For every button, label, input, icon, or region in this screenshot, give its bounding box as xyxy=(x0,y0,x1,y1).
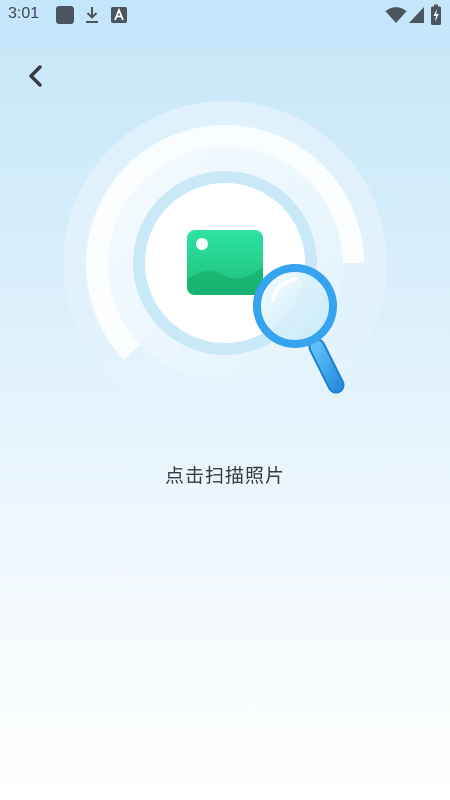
status-time: 3:01 xyxy=(8,5,40,22)
scan-illustration[interactable] xyxy=(55,95,395,425)
status-bar: 3:01 xyxy=(0,0,450,30)
keyboard-a-icon xyxy=(111,7,127,23)
back-button[interactable] xyxy=(18,58,54,94)
download-icon xyxy=(86,7,98,23)
wifi-icon xyxy=(385,7,407,23)
photo-icon xyxy=(187,230,263,295)
signal-icon xyxy=(409,7,424,23)
scan-photos-label[interactable]: 点击扫描照片 xyxy=(0,461,450,488)
app-square-icon xyxy=(56,6,74,24)
chevron-left-icon xyxy=(29,65,42,87)
battery-icon xyxy=(431,4,441,25)
